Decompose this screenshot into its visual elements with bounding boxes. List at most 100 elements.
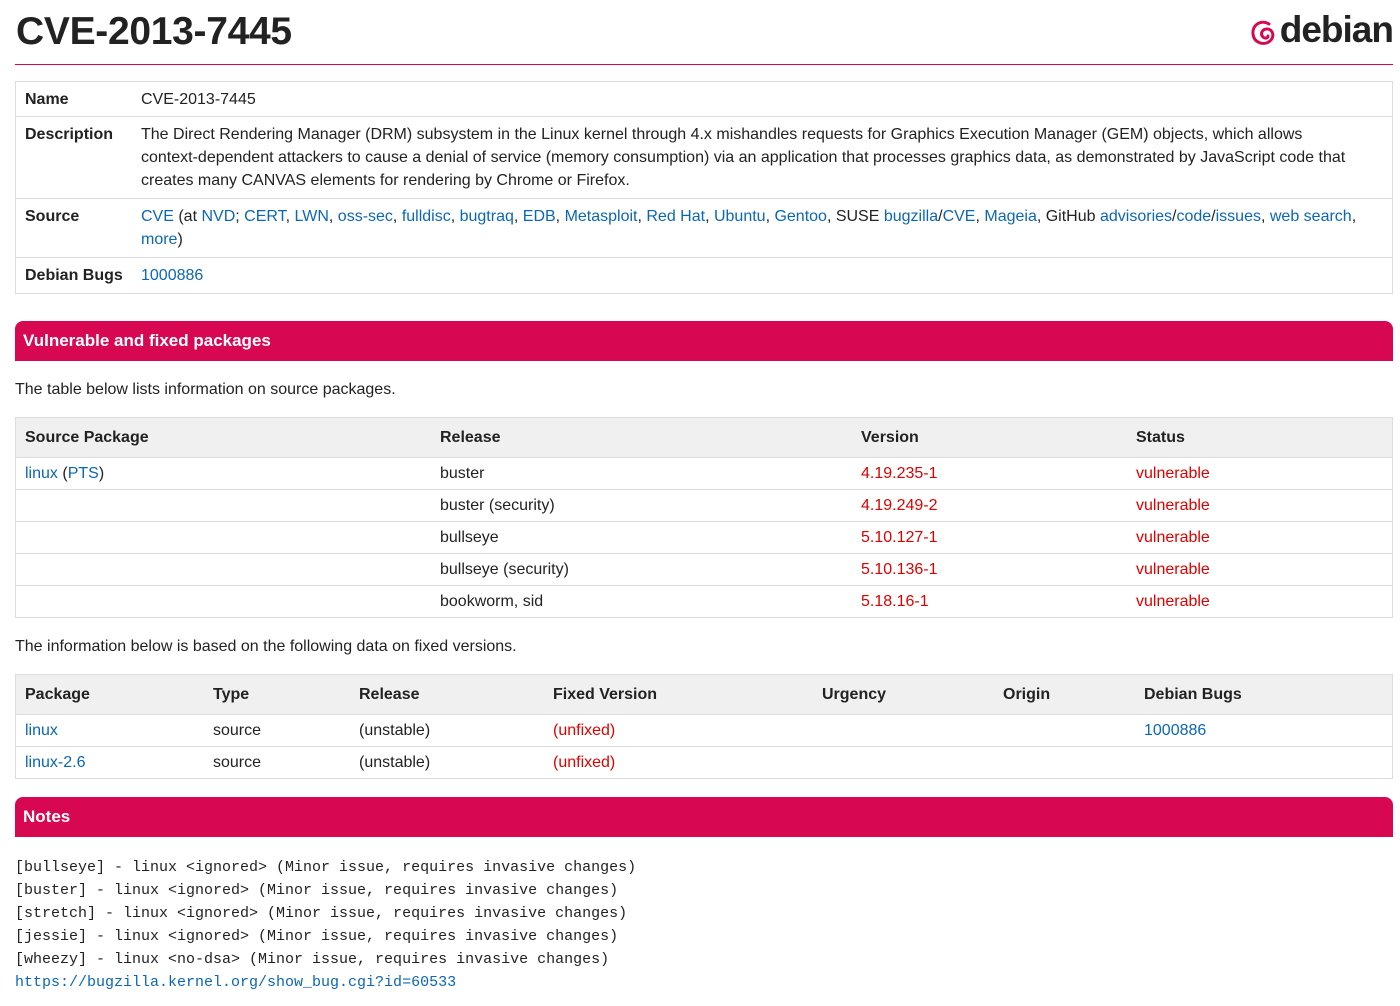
col-source-package: Source Package [15, 417, 431, 458]
link-web-search[interactable]: web search [1270, 208, 1352, 225]
type-cell: source [204, 746, 350, 779]
link-oss-sec[interactable]: oss-sec [338, 208, 393, 225]
bugs-cell: 1000886 [1135, 715, 1393, 747]
link-nvd[interactable]: NVD [201, 208, 235, 225]
release-cell: (unstable) [359, 721, 431, 739]
status-cell: vulnerable [1127, 521, 1393, 554]
table-row: linux (PTS) buster 4.19.235-1 vulnerable [16, 458, 1393, 490]
urgency-cell [813, 715, 994, 747]
link-suse-bugzilla[interactable]: bugzilla [884, 208, 938, 225]
col-version: Version [852, 417, 1127, 458]
link-mageia[interactable]: Mageia [984, 208, 1036, 225]
link-cve[interactable]: CVE [141, 208, 174, 225]
release-cell: bullseye [431, 521, 852, 554]
page: CVE-2013-7445 debian Name CVE-2013-7445 … [15, 0, 1394, 991]
link-edb[interactable]: EDB [523, 208, 556, 225]
source-links: CVE (at NVD; CERT, LWN, oss-sec, fulldis… [133, 198, 1393, 258]
section-notes-header: Notes [15, 797, 1393, 837]
info-row-description: Description The Direct Rendering Manager… [15, 116, 1393, 199]
package-cell [15, 521, 431, 554]
type-cell: source [213, 721, 262, 739]
col-fixed-version: Fixed Version [544, 674, 813, 715]
link-github-issues[interactable]: issues [1216, 208, 1261, 225]
fixed-versions-table: Package Type Release Fixed Version Urgen… [15, 674, 1393, 779]
package-cell [15, 553, 431, 586]
link-package-linux-2.6[interactable]: linux-2.6 [25, 754, 85, 771]
status-cell: vulnerable [1136, 464, 1210, 482]
release-cell: buster [440, 464, 485, 482]
link-lwn[interactable]: LWN [295, 208, 329, 225]
link-bug-1000886[interactable]: 1000886 [1144, 722, 1206, 739]
package-cell: linux-2.6 [15, 746, 204, 779]
debian-bugs-label: Debian Bugs [15, 257, 133, 294]
package-cell [15, 585, 431, 618]
note-line: [jessie] - linux <ignored> (Minor issue,… [15, 928, 619, 945]
debian-logo[interactable]: debian [1249, 9, 1394, 50]
release-cell: bookworm, sid [431, 585, 852, 618]
release-cell: bullseye (security) [431, 553, 852, 586]
table-row: buster (security) 4.19.249-2 vulnerable [15, 489, 1393, 522]
table-row: bullseye (security) 5.10.136-1 vulnerabl… [15, 553, 1393, 586]
version-cell: 5.18.16-1 [852, 585, 1127, 618]
link-bugtraq[interactable]: bugtraq [460, 208, 514, 225]
link-fulldisc[interactable]: fulldisc [402, 208, 451, 225]
page-header: CVE-2013-7445 debian [15, 0, 1394, 65]
fixed-version-cell: (unfixed) [544, 746, 813, 779]
info-row-bugs: Debian Bugs 1000886 [15, 257, 1393, 294]
table-header-row: Source Package Release Version Status [15, 417, 1393, 458]
note-line: [bullseye] - linux <ignored> (Minor issu… [15, 859, 637, 876]
link-package-linux[interactable]: linux [25, 465, 58, 482]
col-urgency: Urgency [813, 674, 994, 715]
status-cell: vulnerable [1127, 585, 1393, 618]
release-cell: (unstable) [350, 746, 544, 779]
page-title: CVE-2013-7445 [16, 10, 292, 53]
description-label: Description [15, 116, 133, 199]
note-line: [wheezy] - linux <no-dsa> (Minor issue, … [15, 951, 610, 968]
release-cell: buster (security) [431, 489, 852, 522]
link-package-linux[interactable]: linux [25, 722, 58, 739]
debian-bugs-value: 1000886 [133, 257, 1393, 294]
section-vulnerable-header: Vulnerable and fixed packages [15, 321, 1393, 361]
link-github-code[interactable]: code [1176, 208, 1211, 225]
urgency-cell [813, 746, 994, 779]
description-value: The Direct Rendering Manager (DRM) subsy… [133, 116, 1393, 199]
table-row: bookworm, sid 5.18.16-1 vulnerable [15, 585, 1393, 618]
notes-block: [bullseye] - linux <ignored> (Minor issu… [15, 856, 636, 994]
link-kernel-bugzilla[interactable]: https://bugzilla.kernel.org/show_bug.cgi… [15, 974, 456, 991]
vuln-intro-text: The table below lists information on sou… [15, 381, 396, 398]
col-release: Release [350, 674, 544, 715]
name-label: Name [25, 91, 69, 108]
bugs-cell [1135, 746, 1393, 779]
source-text-at: (at [173, 208, 202, 225]
link-bug-1000886[interactable]: 1000886 [141, 267, 203, 284]
source-text-suse: SUSE [835, 208, 884, 225]
debian-swirl-icon [1251, 20, 1275, 45]
source-text-close: ) [177, 231, 183, 248]
cve-info-table: Name CVE-2013-7445 Description The Direc… [15, 81, 1393, 294]
source-label: Source [15, 198, 133, 258]
link-ubuntu[interactable]: Ubuntu [714, 208, 766, 225]
link-metasploit[interactable]: Metasploit [565, 208, 638, 225]
link-more[interactable]: more [141, 231, 177, 248]
origin-cell [994, 715, 1135, 747]
logo-text: debian [1279, 9, 1394, 50]
link-pts[interactable]: PTS [68, 465, 99, 482]
origin-cell [994, 746, 1135, 779]
col-origin: Origin [994, 674, 1135, 715]
table-header-row: Package Type Release Fixed Version Urgen… [15, 674, 1393, 715]
col-package: Package [15, 674, 204, 715]
col-release: Release [431, 417, 852, 458]
version-cell: 4.19.235-1 [861, 464, 938, 482]
fixed-intro-text: The information below is based on the fo… [15, 638, 517, 655]
link-redhat[interactable]: Red Hat [646, 208, 705, 225]
link-gentoo[interactable]: Gentoo [774, 208, 826, 225]
link-cert[interactable]: CERT [244, 208, 286, 225]
link-github-advisories[interactable]: advisories [1100, 208, 1172, 225]
link-suse-cve[interactable]: CVE [943, 208, 976, 225]
fixed-version-cell: (unfixed) [553, 721, 616, 739]
package-cell: linux [16, 715, 205, 747]
name-value: CVE-2013-7445 [141, 91, 256, 108]
info-row-source: Source CVE (at NVD; CERT, LWN, oss-sec, … [15, 198, 1393, 258]
source-text-github: GitHub [1045, 208, 1100, 225]
col-debian-bugs: Debian Bugs [1135, 674, 1393, 715]
